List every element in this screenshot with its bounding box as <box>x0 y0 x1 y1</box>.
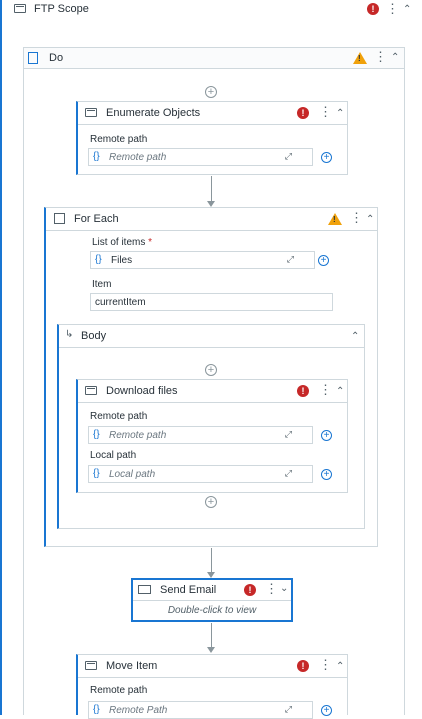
remote-path-label: Remote path <box>90 134 148 145</box>
expression-icon: {} <box>93 429 100 440</box>
kebab-menu-icon[interactable]: ⋮ <box>319 105 332 118</box>
local-path-label: Local path <box>90 450 137 461</box>
sequence-icon <box>28 52 38 64</box>
item-label: Item <box>92 279 112 290</box>
send-email-activity[interactable]: Send Email ! ⋮ ⌄ Double-click to view <box>131 578 293 622</box>
item-input[interactable]: currentItem <box>90 293 333 311</box>
remote-path-placeholder: Remote Path <box>109 705 168 716</box>
expand-icon[interactable]: ⌄ <box>280 583 288 595</box>
send-email-header[interactable]: Send Email ! ⋮ ⌄ <box>133 580 291 601</box>
add-activity-button[interactable]: + <box>205 496 217 508</box>
expand-editor-icon[interactable]: ⤢ <box>285 468 292 479</box>
expression-icon: {} <box>93 468 100 479</box>
collapse-icon[interactable]: ⌃ <box>351 331 359 343</box>
remote-path-placeholder: Remote path <box>109 152 167 163</box>
expand-editor-icon[interactable]: ⤢ <box>287 254 294 265</box>
activity-icon <box>85 661 97 670</box>
body-header[interactable]: ↳ Body ⌃ <box>59 325 364 348</box>
for-each-header[interactable]: For Each ! ⋮ ⌃ <box>46 208 377 231</box>
activity-icon <box>85 386 97 395</box>
remote-path-input[interactable]: {} Remote Path ⤢ <box>88 701 313 719</box>
item-value: currentItem <box>95 297 146 308</box>
kebab-menu-icon[interactable]: ⋮ <box>319 383 332 396</box>
add-value-icon[interactable]: + <box>321 152 332 163</box>
error-icon[interactable]: ! <box>244 584 256 596</box>
enumerate-objects-activity[interactable]: Enumerate Objects ! ⋮ ⌃ Remote path {} R… <box>76 101 348 175</box>
collapse-icon[interactable]: ⌃ <box>403 4 411 16</box>
collapse-icon[interactable]: ⌃ <box>336 108 344 120</box>
add-activity-button[interactable]: + <box>205 86 217 98</box>
download-title: Download files <box>106 385 178 397</box>
warning-icon[interactable]: ! <box>328 213 342 225</box>
activity-icon <box>14 4 26 13</box>
enumerate-header[interactable]: Enumerate Objects ! ⋮ ⌃ <box>78 102 347 125</box>
remote-path-label: Remote path <box>90 411 148 422</box>
error-icon[interactable]: ! <box>297 660 309 672</box>
list-of-items-input[interactable]: {} Files ⤢ <box>90 251 315 269</box>
connector-line <box>211 623 212 649</box>
local-path-input[interactable]: {} Local path ⤢ <box>88 465 313 483</box>
remote-path-label: Remote path <box>90 685 148 696</box>
email-icon <box>138 585 151 594</box>
for-each-title: For Each <box>74 213 119 225</box>
collapse-icon[interactable]: ⌃ <box>336 386 344 398</box>
add-value-icon[interactable]: + <box>318 255 329 266</box>
expand-editor-icon[interactable]: ⤢ <box>285 704 292 715</box>
kebab-menu-icon[interactable]: ⋮ <box>265 582 278 595</box>
kebab-menu-icon[interactable]: ⋮ <box>374 50 387 63</box>
ftp-scope-header[interactable]: FTP Scope ! ⋮ ⌃ <box>0 0 422 18</box>
expression-icon: {} <box>93 151 100 162</box>
remote-path-placeholder: Remote path <box>109 430 167 441</box>
remote-path-input[interactable]: {} Remote path ⤢ <box>88 426 313 444</box>
do-title: Do <box>49 52 64 64</box>
move-item-header[interactable]: Move Item ! ⋮ ⌃ <box>78 655 347 678</box>
move-item-activity[interactable]: Move Item ! ⋮ ⌃ Remote path {} Remote Pa… <box>76 654 348 719</box>
add-value-icon[interactable]: + <box>321 430 332 441</box>
collapse-icon[interactable]: ⌃ <box>366 214 374 226</box>
warning-icon[interactable]: ! <box>353 52 367 64</box>
move-item-title: Move Item <box>106 660 158 672</box>
send-email-title: Send Email <box>160 584 217 596</box>
error-icon[interactable]: ! <box>297 385 309 397</box>
activity-icon <box>85 108 97 117</box>
kebab-menu-icon[interactable]: ⋮ <box>319 658 332 671</box>
double-click-hint: Double-click to view <box>167 605 257 616</box>
expression-icon: {} <box>93 704 100 715</box>
expand-editor-icon[interactable]: ⤢ <box>285 429 292 440</box>
connector-line <box>211 548 212 575</box>
error-icon[interactable]: ! <box>297 107 309 119</box>
list-of-items-value: Files <box>111 255 133 266</box>
kebab-menu-icon[interactable]: ⋮ <box>386 2 399 15</box>
kebab-menu-icon[interactable]: ⋮ <box>350 211 363 224</box>
remote-path-input[interactable]: {} Remote path ⤢ <box>88 148 313 166</box>
body-title: Body <box>81 330 107 342</box>
local-path-placeholder: Local path <box>109 469 156 480</box>
add-value-icon[interactable]: + <box>321 469 332 480</box>
download-header[interactable]: Download files ! ⋮ ⌃ <box>78 380 347 403</box>
connector-line <box>211 176 212 203</box>
add-value-icon[interactable]: + <box>321 705 332 716</box>
for-each-icon <box>54 213 65 224</box>
error-icon[interactable]: ! <box>367 3 379 15</box>
connector-arrow <box>207 647 215 653</box>
body-icon: ↳ <box>65 329 74 340</box>
collapse-icon[interactable]: ⌃ <box>391 52 399 64</box>
required-mark: * <box>148 237 153 248</box>
download-files-activity[interactable]: Download files ! ⋮ ⌃ Remote path {} Remo… <box>76 379 348 493</box>
do-header[interactable]: Do ! ⋮ ⌃ <box>24 48 404 69</box>
enumerate-title: Enumerate Objects <box>106 107 201 119</box>
add-activity-button[interactable]: + <box>205 364 217 376</box>
expand-editor-icon[interactable]: ⤢ <box>285 151 292 162</box>
collapse-icon[interactable]: ⌃ <box>336 661 344 673</box>
expression-icon: {} <box>95 254 102 265</box>
list-of-items-label: List of items * <box>92 237 153 248</box>
ftp-scope-title: FTP Scope <box>34 3 89 15</box>
